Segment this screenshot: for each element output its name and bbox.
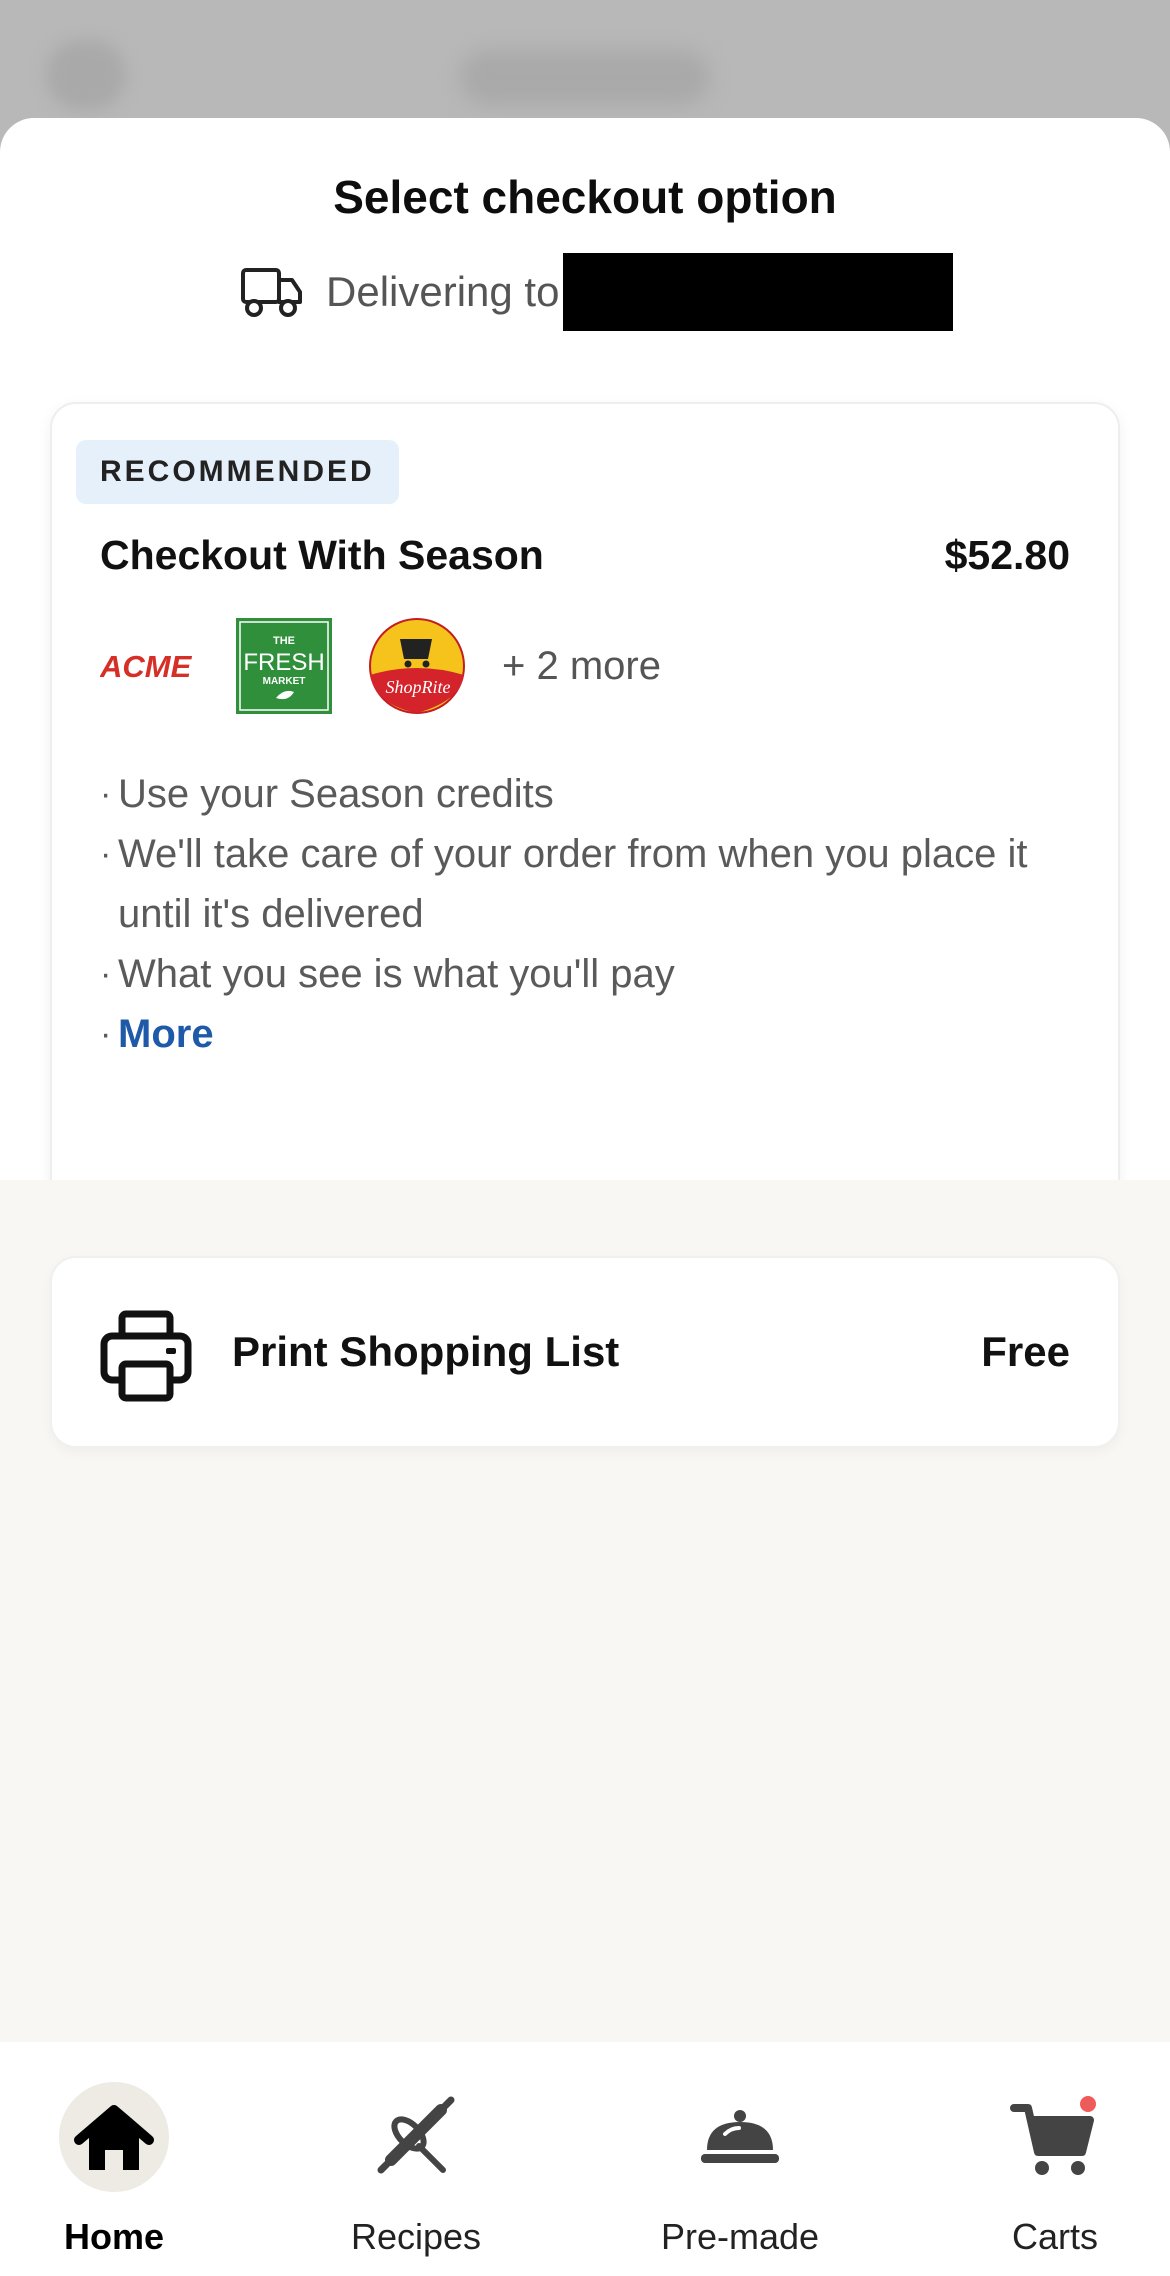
delivering-to-label: Delivering to (326, 268, 560, 315)
svg-text:FRESH: FRESH (243, 649, 324, 676)
print-shopping-list-option[interactable]: Print Shopping List Free (50, 1256, 1120, 1448)
print-option-label: Print Shopping List (232, 1328, 620, 1375)
svg-text:THE: THE (273, 635, 295, 647)
tab-home[interactable]: Home (4, 2042, 224, 2276)
more-link[interactable]: · More (100, 1004, 1090, 1064)
cart-icon (1010, 2096, 1096, 2175)
option-title: Checkout With Season (100, 532, 544, 578)
redacted-address (563, 253, 954, 331)
store-logos: ACME THE FRESH MARKET ShopRite + 2 more (100, 616, 661, 716)
svg-text:ShopRite: ShopRite (386, 677, 451, 697)
home-icon (74, 2105, 154, 2170)
recommended-badge: RECOMMENDED (76, 440, 399, 504)
more-stores-count: + 2 more (502, 643, 661, 688)
tab-recipes[interactable]: Recipes (306, 2042, 526, 2276)
blurred-back-button (46, 40, 126, 110)
acme-logo: ACME (100, 649, 192, 684)
tab-carts[interactable]: Carts (945, 2042, 1165, 2276)
benefits-list: · Use your Season credits · We'll take car… (100, 764, 1090, 1064)
svg-text:ACME: ACME (100, 649, 192, 684)
cloche-icon (701, 2110, 779, 2163)
svg-text:MARKET: MARKET (263, 676, 306, 687)
printer-icon (100, 1310, 192, 1402)
shoprite-logo: ShopRite (369, 618, 465, 714)
list-item: · Use your Season credits (100, 772, 554, 816)
tab-premade[interactable]: Pre-made (630, 2042, 850, 2276)
list-item: · What you see is what you'll pay (100, 952, 675, 996)
notification-dot (1080, 2096, 1096, 2112)
blurred-header-title (460, 50, 710, 105)
truck-icon (241, 268, 302, 317)
bottom-tab-bar: Home Recipes Pre-made Carts (0, 2042, 1170, 2276)
delivery-address-row: Delivering to (240, 252, 954, 332)
checkout-with-season-card[interactable]: RECOMMENDED Checkout With Season $52.80 … (50, 402, 1120, 1226)
option-price: $52.80 (944, 532, 1070, 578)
fresh-market-logo: THE FRESH MARKET (236, 618, 332, 714)
print-option-price: Free (981, 1328, 1070, 1375)
list-item: · We'll take care of your order from when… (100, 832, 1028, 936)
sheet-title: Select checkout option (333, 171, 837, 223)
checkout-option-sheet: Select checkout option Delivering to REC… (0, 118, 1170, 2276)
rolling-pin-whisk-icon (377, 2096, 455, 2174)
blurred-background-header (0, 0, 1170, 130)
